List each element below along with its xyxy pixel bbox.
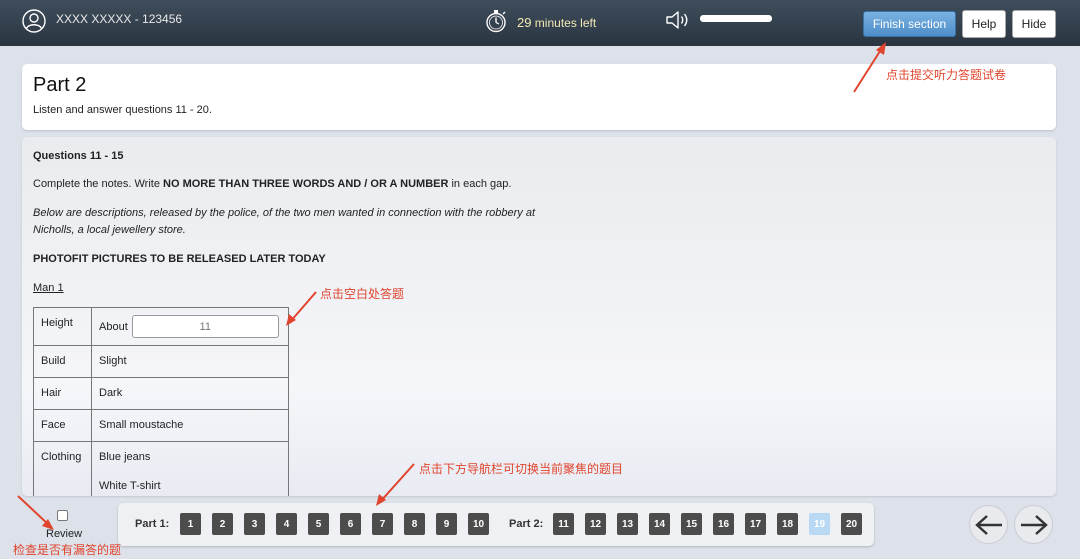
question-nav-button-4[interactable]: 4 [276, 513, 297, 535]
row-label: Clothing [33, 441, 92, 496]
instruction-bold: NO MORE THAN THREE WORDS AND / OR A NUMB… [163, 178, 449, 190]
table-row: Build Slight [33, 345, 289, 378]
question-nav-button-3[interactable]: 3 [244, 513, 265, 535]
part1-label: Part 1: [135, 518, 170, 530]
question-nav-button-2[interactable]: 2 [212, 513, 233, 535]
question-nav-button-8[interactable]: 8 [404, 513, 425, 535]
annotation-review: 检查是否有漏答的题 [13, 543, 122, 557]
user-icon [22, 9, 46, 33]
row-value: Dark [91, 377, 289, 410]
question-nav-button-14[interactable]: 14 [649, 513, 670, 535]
question-nav-button-5[interactable]: 5 [308, 513, 329, 535]
question-instruction: Complete the notes. Write NO MORE THAN T… [33, 176, 511, 193]
instruction-pre: Complete the notes. Write [33, 178, 164, 190]
question-nav-button-11[interactable]: 11 [553, 513, 574, 535]
question-description: Below are descriptions, released by the … [33, 207, 536, 236]
question-range: Questions 11 - 15 [33, 150, 124, 162]
volume-slider[interactable] [700, 15, 772, 22]
volume-icon[interactable] [664, 9, 692, 31]
part2-label: Part 2: [509, 518, 544, 530]
top-bar: XXXX XXXXX - 123456 29 minutes left Fini… [0, 0, 1080, 46]
question-nav-button-16[interactable]: 16 [713, 513, 734, 535]
question-nav-button-12[interactable]: 12 [585, 513, 606, 535]
answer-input-11[interactable] [131, 315, 279, 338]
question-nav-button-20[interactable]: 20 [841, 513, 862, 535]
arrow-left-icon [974, 514, 1002, 535]
help-button[interactable]: Help [962, 10, 1006, 38]
annotation-gap: 点击空白处答题 [320, 287, 405, 301]
time-remaining-value: 29 [517, 15, 532, 30]
annotation-arrow-nav [376, 463, 415, 506]
question-nav-button-1[interactable]: 1 [180, 513, 201, 535]
time-remaining: 29 minutes left [517, 15, 596, 30]
hide-button[interactable]: Hide [1012, 10, 1056, 38]
gap-prefix: About [99, 320, 128, 333]
notes-heading: PHOTOFIT PICTURES TO BE RELEASED LATER T… [33, 253, 326, 265]
clothing-item: Blue jeans [99, 451, 151, 463]
table-row: Clothing Blue jeans White T-shirt [33, 441, 289, 496]
instruction-post: in each gap. [448, 178, 512, 190]
part-title: Part 2 [33, 74, 87, 96]
volume-slider-fill [700, 15, 772, 22]
notes-table: Height About Build Slight Hair Dark Face… [33, 307, 289, 496]
table-row: Height About [33, 307, 289, 346]
notes-subheading: Man 1 [33, 282, 64, 294]
question-panel[interactable]: Questions 11 - 15 Complete the notes. Wr… [22, 137, 1056, 496]
review-checkbox[interactable] [57, 510, 68, 521]
annotation-nav: 点击下方导航栏可切换当前聚焦的题目 [419, 462, 624, 476]
clothing-item: White T-shirt [99, 480, 161, 492]
finish-section-button[interactable]: Finish section [863, 11, 956, 37]
candidate-id: XXXX XXXXX - 123456 [56, 12, 183, 26]
row-label: Hair [33, 377, 92, 410]
row-value: Blue jeans White T-shirt [91, 441, 289, 496]
row-value: Slight [91, 345, 289, 378]
annotation-arrow-review [17, 495, 54, 530]
annotation-arrow-finish [853, 42, 886, 93]
row-label: Height [33, 307, 92, 346]
row-value: About [91, 307, 289, 346]
question-nav-button-18[interactable]: 18 [777, 513, 798, 535]
question-nav-button-15[interactable]: 15 [681, 513, 702, 535]
question-nav-button-10[interactable]: 10 [468, 513, 489, 535]
row-label: Face [33, 409, 92, 442]
table-row: Hair Dark [33, 377, 289, 410]
table-row: Face Small moustache [33, 409, 289, 442]
row-label: Build [33, 345, 92, 378]
previous-button[interactable] [969, 505, 1008, 544]
part-instruction: Listen and answer questions 11 - 20. [33, 104, 212, 116]
time-remaining-suffix: minutes left [531, 16, 597, 30]
next-button[interactable] [1014, 505, 1053, 544]
question-nav-button-9[interactable]: 9 [436, 513, 457, 535]
question-nav-button-17[interactable]: 17 [745, 513, 766, 535]
stopwatch-icon [486, 10, 506, 33]
annotation-finish: 点击提交听力答题试卷 [886, 68, 1007, 82]
question-nav-button-7[interactable]: 7 [372, 513, 393, 535]
question-navigation: Part 1: Part 2: 1 2 3 4 5 6 7 8 9 10 11 12 13 14 15 16 1… [118, 503, 874, 546]
question-nav-button-6[interactable]: 6 [340, 513, 361, 535]
annotation-arrow-gap [286, 291, 317, 326]
arrow-right-icon [1020, 514, 1048, 535]
question-nav-button-19[interactable]: 19 [809, 513, 830, 535]
row-value: Small moustache [91, 409, 289, 442]
question-nav-button-13[interactable]: 13 [617, 513, 638, 535]
